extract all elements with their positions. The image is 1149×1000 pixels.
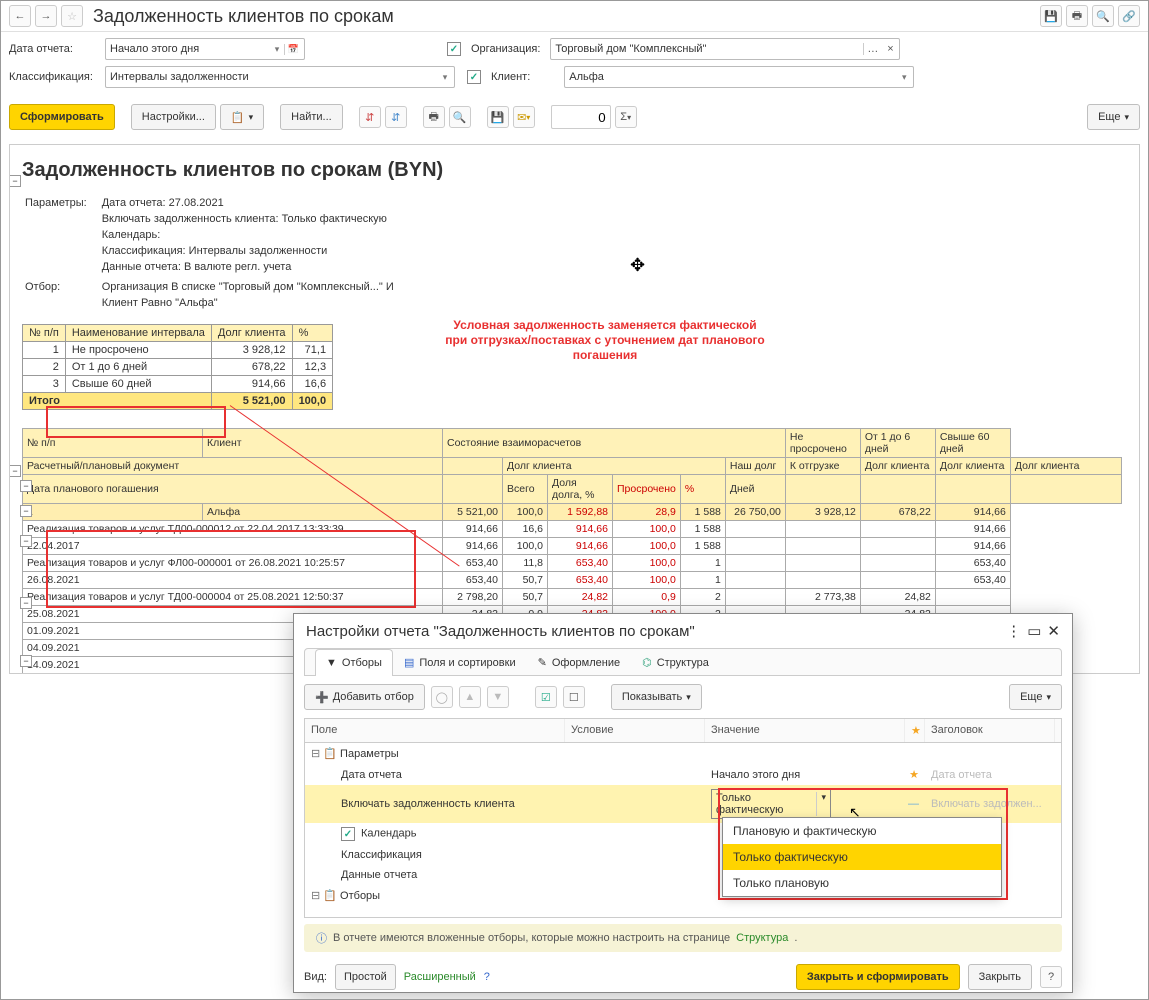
- tab-appearance[interactable]: ✎Оформление: [527, 649, 632, 675]
- row-collapse-3[interactable]: −: [20, 505, 32, 517]
- report-params: Параметры: Дата отчета: 27.08.2021 Включ…: [22, 192, 408, 314]
- plus-icon: ➕: [315, 691, 329, 704]
- dd-option-planned[interactable]: Только плановую: [723, 870, 1001, 896]
- client-label: Клиент:: [491, 71, 530, 83]
- uncheck-all-button[interactable]: ☐: [563, 686, 585, 708]
- email-button[interactable]: ✉ ▾: [513, 106, 535, 128]
- view-simple-button[interactable]: Простой: [335, 964, 396, 990]
- page-title: Задолженность клиентов по срокам: [93, 6, 394, 27]
- client-checkbox[interactable]: [467, 70, 481, 84]
- org-input[interactable]: Торговый дом "Комплексный" … ×: [550, 38, 900, 60]
- group-button[interactable]: ◯: [431, 686, 453, 708]
- dropdown-icon[interactable]: ▾: [270, 44, 284, 55]
- annotation-text: Условная задолженность заменяется фактич…: [410, 318, 800, 363]
- view-extended-link[interactable]: Расширенный: [404, 971, 476, 983]
- report-title: Задолженность клиентов по срокам (BYN): [22, 159, 1127, 182]
- close-button[interactable]: Закрыть: [968, 964, 1032, 990]
- collapse-toggle[interactable]: −: [9, 175, 21, 187]
- choose-icon[interactable]: …: [863, 43, 881, 55]
- link-icon[interactable]: 🔗: [1118, 5, 1140, 27]
- row-collapse-2[interactable]: −: [20, 480, 32, 492]
- print-button[interactable]: 🖶: [423, 106, 445, 128]
- tree-icon: ⌬: [642, 656, 652, 669]
- nav-back-button[interactable]: ←: [9, 5, 31, 27]
- col-field: Поле: [305, 719, 565, 742]
- save-button[interactable]: 💾: [487, 106, 509, 128]
- report-area: − Задолженность клиентов по срокам (BYN)…: [9, 144, 1140, 674]
- info-icon: ⓘ: [316, 930, 327, 946]
- dropdown-icon[interactable]: ▾: [438, 72, 452, 83]
- magnifier-icon[interactable]: 🔍: [1092, 5, 1114, 27]
- tab-filters[interactable]: ▼Отборы: [315, 649, 393, 676]
- clear-icon[interactable]: ×: [883, 43, 897, 55]
- debt-type-dropdown[interactable]: Плановую и фактическую Только фактическу…: [722, 817, 1002, 897]
- number-input[interactable]: [551, 105, 611, 129]
- class-input[interactable]: Интервалы задолженности ▾: [105, 66, 455, 88]
- show-button[interactable]: Показывать ▾: [611, 684, 702, 710]
- move-up-button[interactable]: ▲: [459, 686, 481, 708]
- class-label: Классификация:: [9, 71, 99, 83]
- expand-all-icon[interactable]: ⇵: [359, 106, 381, 128]
- print-icon[interactable]: 🖶: [1066, 5, 1088, 27]
- client-input[interactable]: Альфа ▾: [564, 66, 914, 88]
- close-and-generate-button[interactable]: Закрыть и сформировать: [796, 964, 960, 990]
- col-condition: Условие: [565, 719, 705, 742]
- dialog-maximize-icon[interactable]: ▭: [1027, 622, 1041, 640]
- row-collapse-5[interactable]: −: [20, 597, 32, 609]
- settings-button[interactable]: Настройки...: [131, 104, 216, 130]
- columns-icon: ▤: [404, 656, 414, 669]
- row-collapse-6[interactable]: −: [20, 655, 32, 667]
- save-icon[interactable]: 💾: [1040, 5, 1062, 27]
- org-label: Организация:: [471, 43, 540, 55]
- nav-forward-button[interactable]: →: [35, 5, 57, 27]
- check-all-button[interactable]: ☑: [535, 686, 557, 708]
- dialog-menu-icon[interactable]: ⋮: [1006, 622, 1021, 640]
- calendar-icon[interactable]: 📅: [284, 44, 302, 55]
- date-input[interactable]: Начало этого дня ▾ 📅: [105, 38, 305, 60]
- brush-icon: ✎: [538, 656, 547, 669]
- dd-option-both[interactable]: Плановую и фактическую: [723, 818, 1001, 844]
- settings-variants-button[interactable]: 📋 ▾: [220, 104, 264, 130]
- settings-dialog: Настройки отчета "Задолженность клиентов…: [293, 613, 1073, 993]
- row-collapse-4[interactable]: −: [20, 535, 32, 547]
- structure-link[interactable]: Структура: [736, 932, 788, 944]
- dd-option-factual[interactable]: Только фактическую: [723, 844, 1001, 870]
- dialog-more-button[interactable]: Еще ▾: [1009, 684, 1062, 710]
- col-value: Значение: [705, 719, 905, 742]
- dialog-row[interactable]: ⊟ 📋 Параметры: [305, 743, 1061, 764]
- more-button[interactable]: Еще ▾: [1087, 104, 1140, 130]
- dropdown-icon[interactable]: ▾: [897, 72, 911, 83]
- row-collapse-1[interactable]: −: [9, 465, 21, 477]
- tab-fields[interactable]: ▤Поля и сортировки: [393, 649, 527, 675]
- dialog-row[interactable]: Дата отчетаНачало этого дня★Дата отчета: [305, 764, 1061, 785]
- collapse-all-icon[interactable]: ⇵: [385, 106, 407, 128]
- dialog-info-note: ⓘ В отчете имеются вложенные отборы, кот…: [304, 924, 1062, 952]
- col-star: ★: [905, 719, 925, 742]
- dialog-help-button[interactable]: ?: [1040, 966, 1062, 988]
- tab-structure[interactable]: ⌬Структура: [631, 649, 720, 675]
- funnel-icon: ▼: [326, 657, 337, 669]
- org-checkbox[interactable]: [447, 42, 461, 56]
- view-label: Вид:: [304, 971, 327, 983]
- cursor-move-icon: ✥: [630, 255, 645, 276]
- summary-table: № п/пНаименование интервалаДолг клиента%…: [22, 324, 333, 410]
- add-filter-button[interactable]: ➕Добавить отбор: [304, 684, 425, 710]
- preview-button[interactable]: 🔍: [449, 106, 471, 128]
- generate-button[interactable]: Сформировать: [9, 104, 115, 130]
- dialog-title: Настройки отчета "Задолженность клиентов…: [306, 623, 695, 640]
- favorite-star-button[interactable]: ☆: [61, 5, 83, 27]
- help-icon[interactable]: ?: [484, 971, 490, 983]
- dialog-close-icon[interactable]: ✕: [1047, 622, 1060, 640]
- sum-button[interactable]: Σ ▾: [615, 106, 637, 128]
- col-title: Заголовок: [925, 719, 1055, 742]
- date-label: Дата отчета:: [9, 43, 99, 55]
- find-button[interactable]: Найти...: [280, 104, 343, 130]
- move-down-button[interactable]: ▼: [487, 686, 509, 708]
